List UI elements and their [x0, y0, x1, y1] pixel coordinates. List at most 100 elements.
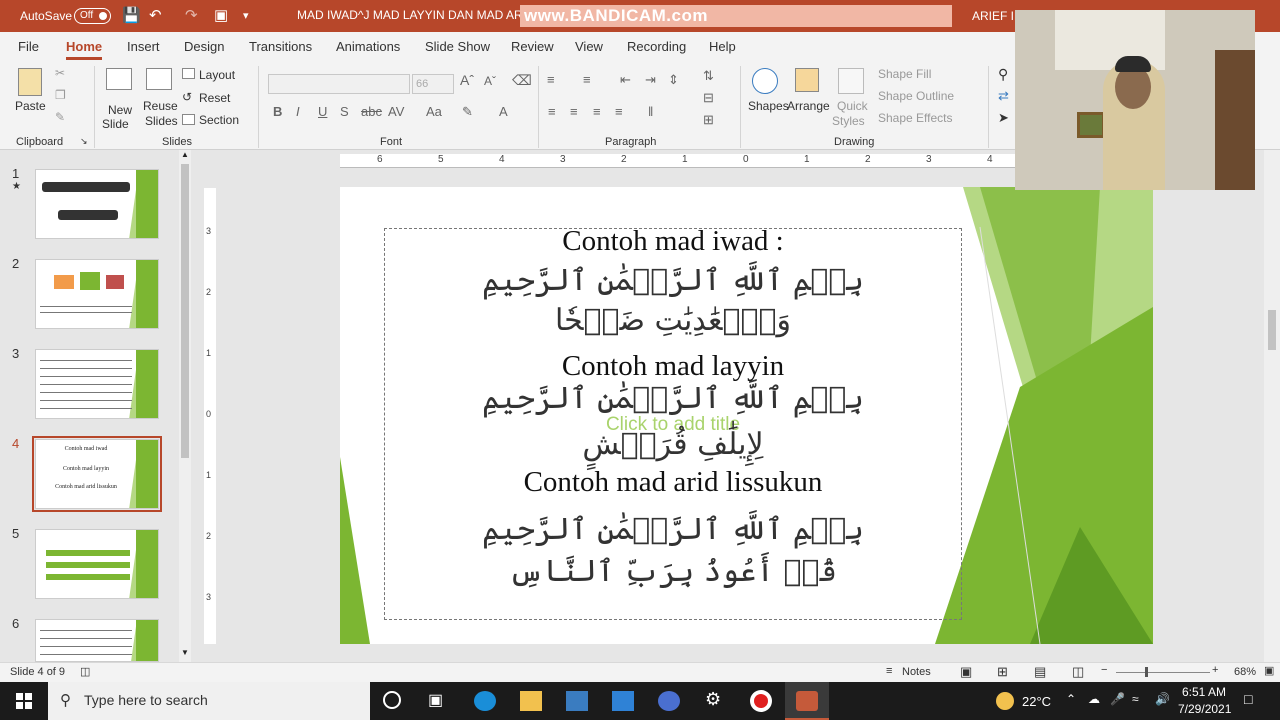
scroll-down-icon[interactable]: ▼ — [181, 648, 189, 657]
highlight-icon[interactable]: ✎ — [462, 104, 473, 120]
new-slide-icon[interactable] — [106, 68, 132, 90]
store-icon[interactable] — [566, 691, 588, 711]
wifi-icon[interactable]: ≈ — [1132, 692, 1139, 706]
align-left-icon[interactable]: ≡ — [548, 104, 556, 119]
editor-scrollbar-thumb[interactable] — [1268, 310, 1276, 350]
microphone-icon[interactable]: 🎤 — [1110, 692, 1125, 706]
fit-to-window-icon[interactable]: ▣ — [1264, 664, 1274, 677]
arrange-button[interactable]: Arrange — [787, 99, 830, 113]
tab-animations[interactable]: Animations — [336, 39, 400, 54]
layout-icon[interactable] — [182, 68, 195, 79]
paste-button[interactable]: Paste — [15, 99, 46, 113]
quick-styles-button[interactable]: Quick — [837, 99, 868, 113]
zoom-out-icon[interactable]: − — [1101, 664, 1107, 676]
line-spacing-icon[interactable]: ⇕ — [668, 72, 679, 88]
shapes-icon[interactable] — [752, 68, 778, 94]
shapes-button[interactable]: Shapes — [748, 99, 789, 113]
reuse-slides-label[interactable]: Slides — [145, 114, 178, 128]
weather-icon[interactable] — [996, 692, 1014, 710]
quick-styles-icon[interactable] — [838, 68, 864, 94]
zoom-level[interactable]: 68% — [1234, 666, 1256, 678]
notes-button[interactable]: Notes — [902, 666, 931, 678]
text-shadow-icon[interactable]: S — [340, 104, 349, 119]
align-center-icon[interactable]: ≡ — [570, 104, 578, 119]
temperature[interactable]: 22°C — [1022, 694, 1051, 709]
undo-icon[interactable]: ↶ — [149, 6, 162, 24]
grow-font-icon[interactable]: Aˆ — [460, 72, 474, 88]
chevron-up-icon[interactable]: ⌃ — [1066, 692, 1076, 706]
thumbnail-scrollbar[interactable]: ▲ ▼ — [179, 150, 191, 662]
current-slide[interactable]: Contoh mad iwad : بِسۡمِ ٱللَّهِ ٱلرَّحۡ… — [340, 187, 1153, 644]
font-size-select[interactable]: 66 — [412, 74, 454, 94]
mail-icon[interactable] — [612, 691, 634, 711]
justify-icon[interactable]: ≡ — [615, 104, 623, 119]
clear-formatting-icon[interactable]: ⌫ — [512, 72, 532, 89]
font-family-select[interactable] — [268, 74, 410, 94]
tab-slide-show[interactable]: Slide Show — [425, 39, 490, 54]
shape-effects-button[interactable]: Shape Effects — [878, 111, 953, 125]
strikethrough-icon[interactable]: abc — [361, 104, 382, 119]
shrink-font-icon[interactable]: Aˇ — [484, 74, 496, 88]
tab-home[interactable]: Home — [66, 39, 103, 60]
slide-thumbnail-4[interactable]: Contoh mad iwad Contoh mad layyin Contoh… — [35, 439, 159, 509]
shape-fill-button[interactable]: Shape Fill — [878, 67, 931, 81]
reset-icon[interactable]: ↺ — [182, 90, 192, 104]
align-right-icon[interactable]: ≡ — [593, 104, 601, 119]
notes-icon[interactable]: ≡ — [886, 665, 892, 677]
paste-icon[interactable] — [18, 68, 42, 96]
slideshow-view-icon[interactable]: ◫ — [1072, 664, 1084, 680]
bandicam-icon[interactable] — [750, 690, 772, 712]
normal-view-icon[interactable]: ▣ — [960, 664, 972, 680]
slide-thumbnail-1[interactable] — [35, 169, 159, 239]
content-textbox[interactable]: Contoh mad iwad : بِسۡمِ ٱللَّهِ ٱلرَّحۡ… — [384, 225, 962, 620]
bullets-icon[interactable]: ≡ — [547, 72, 555, 87]
slide-thumbnail-6[interactable] — [35, 619, 159, 662]
new-slide-button[interactable]: New — [108, 103, 132, 117]
zoom-slider-thumb[interactable] — [1145, 667, 1148, 677]
tab-design[interactable]: Design — [184, 39, 224, 54]
reset-button[interactable]: Reset — [199, 91, 230, 105]
slide-sorter-icon[interactable]: ⊞ — [997, 664, 1008, 680]
bold-icon[interactable]: B — [273, 104, 282, 119]
character-spacing-icon[interactable]: AV — [388, 104, 404, 119]
slide-thumbnail-5[interactable] — [35, 529, 159, 599]
slide-thumbnail-2[interactable] — [35, 259, 159, 329]
zoom-in-icon[interactable]: + — [1212, 664, 1218, 676]
file-explorer-icon[interactable] — [520, 691, 542, 711]
cut-icon[interactable]: ✂ — [55, 66, 65, 80]
copy-icon[interactable]: ❐ — [55, 88, 66, 102]
editor-scrollbar[interactable] — [1264, 150, 1280, 662]
quick-styles-label[interactable]: Styles — [832, 114, 865, 128]
cloud-icon[interactable]: ☁ — [1088, 692, 1100, 706]
zoom-slider[interactable] — [1116, 672, 1210, 673]
clock-time[interactable]: 6:51 AM — [1182, 685, 1226, 699]
format-painter-icon[interactable]: ✎ — [55, 110, 65, 124]
numbering-icon[interactable]: ≡ — [583, 72, 591, 87]
columns-icon[interactable]: ‖ — [648, 104, 653, 119]
scrollbar-thumb[interactable] — [181, 164, 189, 458]
teams-icon[interactable] — [658, 691, 680, 711]
clipboard-launcher-icon[interactable]: ↘ — [80, 136, 88, 147]
task-view-icon[interactable]: ▣ — [428, 690, 443, 710]
layout-button[interactable]: Layout — [199, 68, 235, 82]
replace-icon[interactable]: ⇄ — [998, 88, 1009, 104]
arrange-icon[interactable] — [795, 68, 819, 92]
section-icon[interactable] — [182, 114, 195, 125]
tab-help[interactable]: Help — [709, 39, 736, 54]
settings-gear-icon[interactable]: ⚙ — [705, 689, 721, 710]
align-text-icon[interactable]: ⊟ — [703, 90, 714, 106]
new-slide-label[interactable]: Slide — [102, 117, 129, 131]
text-direction-icon[interactable]: ⇅ — [703, 68, 714, 84]
slide-thumbnail-3[interactable] — [35, 349, 159, 419]
windows-start-icon[interactable] — [16, 693, 32, 709]
accessibility-icon[interactable]: ◫ — [80, 665, 90, 678]
increase-indent-icon[interactable]: ⇥ — [645, 72, 656, 88]
find-icon[interactable]: ⚲ — [998, 66, 1008, 83]
tab-review[interactable]: Review — [511, 39, 554, 54]
tab-transitions[interactable]: Transitions — [249, 39, 312, 54]
change-case-icon[interactable]: Aa — [426, 104, 442, 119]
font-color-icon[interactable]: A — [499, 104, 508, 119]
cortana-icon[interactable] — [383, 691, 401, 709]
tab-view[interactable]: View — [575, 39, 603, 54]
present-icon[interactable]: ▣ — [214, 6, 228, 24]
